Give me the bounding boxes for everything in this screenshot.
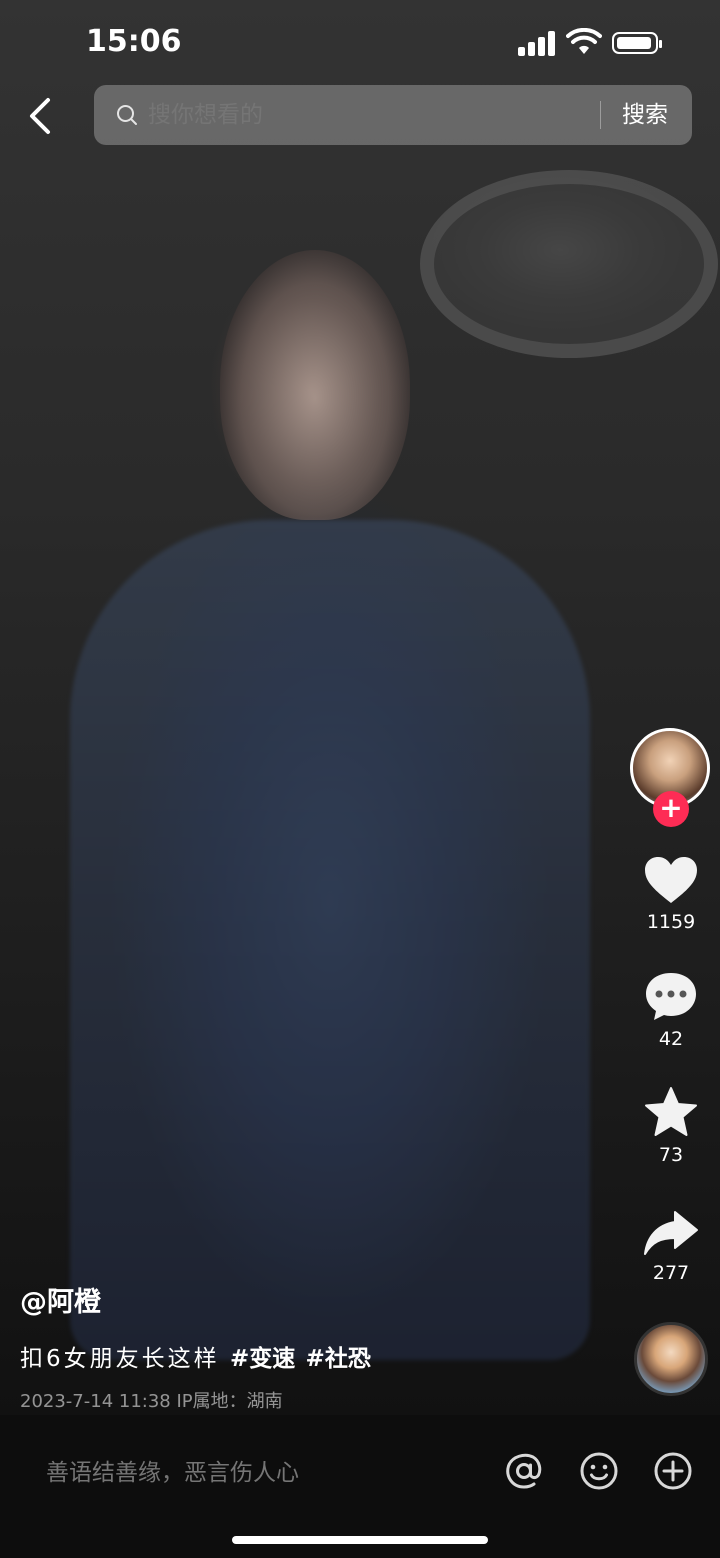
plus-icon[interactable] [653, 1451, 693, 1491]
follow-button[interactable]: + [653, 791, 689, 827]
like-count: 1159 [646, 911, 696, 933]
comment-button[interactable]: 42 [630, 970, 712, 1050]
emoji-icon[interactable] [579, 1451, 619, 1491]
ip-location: IP属地：湖南 [176, 1391, 283, 1412]
favorite-count: 73 [658, 1144, 684, 1166]
search-divider [600, 101, 601, 129]
back-icon[interactable] [22, 96, 58, 136]
search-bar[interactable]: 搜索 [94, 85, 692, 145]
share-count: 277 [652, 1262, 690, 1284]
comment-input[interactable] [46, 1445, 476, 1501]
video-figure-body [70, 520, 590, 1360]
search-icon [117, 105, 137, 125]
like-button[interactable]: 1159 [630, 855, 712, 933]
search-button[interactable]: 搜索 [622, 85, 668, 145]
share-icon [644, 1211, 698, 1255]
author-name[interactable]: @阿橙 [20, 1280, 620, 1319]
home-indicator[interactable] [232, 1536, 488, 1544]
video-figure-head [220, 250, 410, 520]
favorite-button[interactable]: 73 [630, 1086, 712, 1166]
post-date: 2023-7-14 11:38 [20, 1391, 171, 1412]
post-meta: 2023-7-14 11:38 IP属地：湖南 [20, 1387, 620, 1413]
star-icon [645, 1087, 697, 1136]
heart-icon [645, 857, 697, 903]
video-description: 扣6女朋友长这样 #变速 #社恐 [20, 1339, 620, 1373]
video-ceiling-light [420, 170, 718, 358]
search-input[interactable] [148, 85, 588, 145]
battery-icon [612, 32, 662, 54]
video-player[interactable] [0, 0, 720, 1415]
at-icon[interactable] [504, 1451, 544, 1491]
comment-icon [646, 973, 696, 1020]
video-caption: @阿橙 扣6女朋友长这样 #变速 #社恐 2023-7-14 11:38 IP属… [20, 1280, 620, 1413]
comment-count: 42 [658, 1028, 684, 1050]
music-disc[interactable] [634, 1322, 708, 1396]
hashtag[interactable]: #变速 [230, 1346, 295, 1372]
hashtag[interactable]: #社恐 [306, 1346, 371, 1372]
status-time: 15:06 [86, 24, 182, 59]
share-button[interactable]: 277 [630, 1210, 712, 1284]
description-text: 扣6女朋友长这样 [20, 1346, 220, 1372]
status-bar: 15:06 [0, 0, 720, 84]
signal-icon [518, 30, 558, 56]
wifi-icon [566, 28, 602, 54]
